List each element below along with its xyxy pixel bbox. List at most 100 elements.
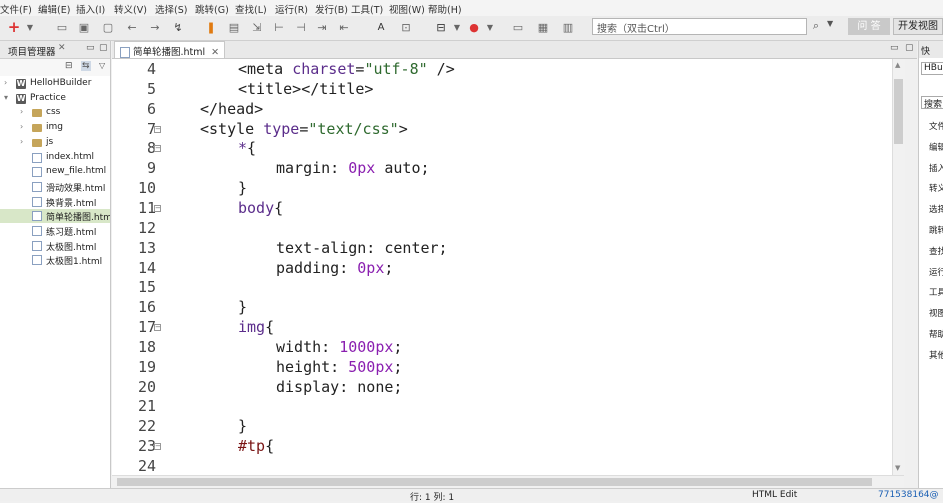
menu-item[interactable]: 插入(I) [76,2,105,16]
tree-file-item[interactable]: 换背景.html [0,195,110,209]
code-line[interactable]: #tp{ [238,437,274,455]
code-line[interactable]: } [238,179,247,197]
horizontal-scrollbar[interactable] [112,475,904,488]
indent-icon[interactable]: ⇥ [314,19,330,35]
fold-icon[interactable]: − [154,204,161,212]
code-line[interactable]: } [238,417,247,435]
tree-folder-item[interactable]: › css [0,106,110,120]
menu-item[interactable]: 编辑(E) [38,2,70,16]
outdent-icon[interactable]: ⇤ [336,19,352,35]
quick-panel-item[interactable]: 插入 [929,162,943,174]
bookmark-icon[interactable]: ❚ [203,19,219,35]
scroll-down-icon[interactable]: ▼ [895,464,900,472]
tree-file-item[interactable]: 简单轮播图.html [0,209,110,224]
view-menu-icon[interactable]: ▽ [99,61,105,70]
tree-project-item[interactable]: › W HelloHBuilder [0,77,110,91]
code-line[interactable]: body{ [238,199,283,217]
code-line[interactable]: } [238,298,247,316]
run-dropdown-icon[interactable]: ▼ [449,19,465,35]
align-left-icon[interactable]: ⊢ [271,19,287,35]
tree-file-item[interactable]: 滑动效果.html [0,180,110,194]
browser-dropdown-icon[interactable]: ▼ [482,19,498,35]
comment-icon[interactable]: ▤ [226,19,242,35]
new-icon[interactable]: + [6,18,22,36]
menu-item[interactable]: 转义(V) [114,2,147,16]
menu-item[interactable]: 发行(B) [315,2,348,16]
new-dropdown-icon[interactable]: ▼ [22,19,38,35]
search-input[interactable]: 搜索（双击Ctrl） [592,18,807,35]
close-tab-icon[interactable]: ✕ [211,47,219,58]
quick-panel-item[interactable]: 帮助 [929,328,943,340]
vertical-scrollbar[interactable]: ▲ ▼ [892,59,905,475]
code-line[interactable]: display: none; [276,378,402,396]
perspective-button[interactable]: 开发视图 [893,18,943,35]
menu-item[interactable]: 文件(F) [0,2,32,16]
fold-icon[interactable]: − [154,324,161,332]
align-right-icon[interactable]: ⊣ [293,19,309,35]
code-line[interactable]: margin: 0px auto; [276,159,430,177]
layout-icon[interactable]: ▦ [535,19,551,35]
code-line[interactable]: <style type="text/css"> [200,120,408,138]
qa-button[interactable]: 问 答 [848,18,890,35]
menu-item[interactable]: 运行(R) [275,2,308,16]
save-icon[interactable]: ▭ [54,19,70,35]
collapse-all-icon[interactable]: ⊟ [65,61,73,71]
code-line[interactable]: *{ [238,139,256,157]
menu-item[interactable]: 选择(S) [155,2,187,16]
collapsed-arrow-icon[interactable]: › [20,137,23,146]
search-dropdown-icon[interactable]: ▼ [827,19,833,28]
tree-file-item[interactable]: 太极图1.html [0,253,110,267]
tree-file-item[interactable]: 练习题.html [0,224,110,238]
code-line[interactable]: <title></title> [238,80,373,98]
tree-folder-item[interactable]: › img [0,121,110,135]
tree-file-item[interactable]: 太极图.html [0,239,110,253]
code-line[interactable]: img{ [238,318,274,336]
fold-icon[interactable]: − [154,443,161,451]
back-icon[interactable]: ← [124,19,140,35]
editor-maximize-icon[interactable]: ▢ [905,43,914,53]
expanded-arrow-icon[interactable]: ▾ [4,93,8,102]
horizontal-scroll-thumb[interactable] [117,478,872,486]
browser-icon[interactable]: ● [466,19,482,35]
quick-panel-item[interactable]: 查找 [929,245,943,257]
tree-project-item[interactable]: ▾ W Practice [0,92,110,106]
user-account[interactable]: 771538164@ [878,490,939,500]
code-line[interactable]: text-align: center; [276,239,448,257]
quick-panel-item[interactable]: 视图 [929,307,943,319]
quick-panel-search[interactable]: 搜索 [921,96,943,109]
collapsed-arrow-icon[interactable]: › [4,78,7,87]
close-file-icon[interactable]: ▢ [100,19,116,35]
menu-item[interactable]: 工具(T) [351,2,383,16]
tab-editor-file[interactable]: 简单轮播图.html ✕ [114,41,226,58]
tree-folder-item[interactable]: › js [0,136,110,150]
code-line[interactable]: width: 1000px; [276,338,402,356]
quick-panel-item[interactable]: 选择 [929,203,943,215]
quick-panel-item[interactable]: 其他 [929,349,943,361]
code-line[interactable]: height: 500px; [276,358,402,376]
vertical-scroll-thumb[interactable] [894,79,903,144]
export-icon[interactable]: ⇲ [249,19,265,35]
quick-panel-item[interactable]: 转义 [929,182,943,194]
menu-item[interactable]: 帮助(H) [428,2,462,16]
format-icon[interactable]: ⊡ [398,19,414,35]
code-line[interactable]: <meta charset="utf-8" /> [238,60,455,78]
link-editor-icon[interactable]: ⇆ [81,61,91,71]
minimize-icon[interactable]: ▭ [86,43,95,53]
step-icon[interactable]: ↯ [170,19,186,35]
font-size-icon[interactable]: A [373,19,389,35]
quick-panel-item[interactable]: 文件 [929,120,943,132]
quick-panel-item[interactable]: 编辑 [929,141,943,153]
collapsed-arrow-icon[interactable]: › [20,107,23,116]
fold-icon[interactable]: − [154,145,161,153]
terminal-icon[interactable]: ▥ [560,19,576,35]
menu-item[interactable]: 查找(L) [235,2,267,16]
window-icon[interactable]: ▭ [510,19,526,35]
quick-panel-item[interactable]: 运行 [929,266,943,278]
search-icon[interactable]: ⌕ [808,19,824,35]
code-line[interactable]: padding: 0px; [276,259,393,277]
editor-minimize-icon[interactable]: ▭ [890,43,899,53]
quick-panel-item[interactable]: 跳转 [929,224,943,236]
scroll-up-icon[interactable]: ▲ [895,61,900,69]
code-editor[interactable]: 4 5 6 7−8−9 10 11−12 13 14 15 16 17−18 19 20 21 22 23−2… [112,59,892,475]
quick-panel-item[interactable]: 工具 [929,286,943,298]
